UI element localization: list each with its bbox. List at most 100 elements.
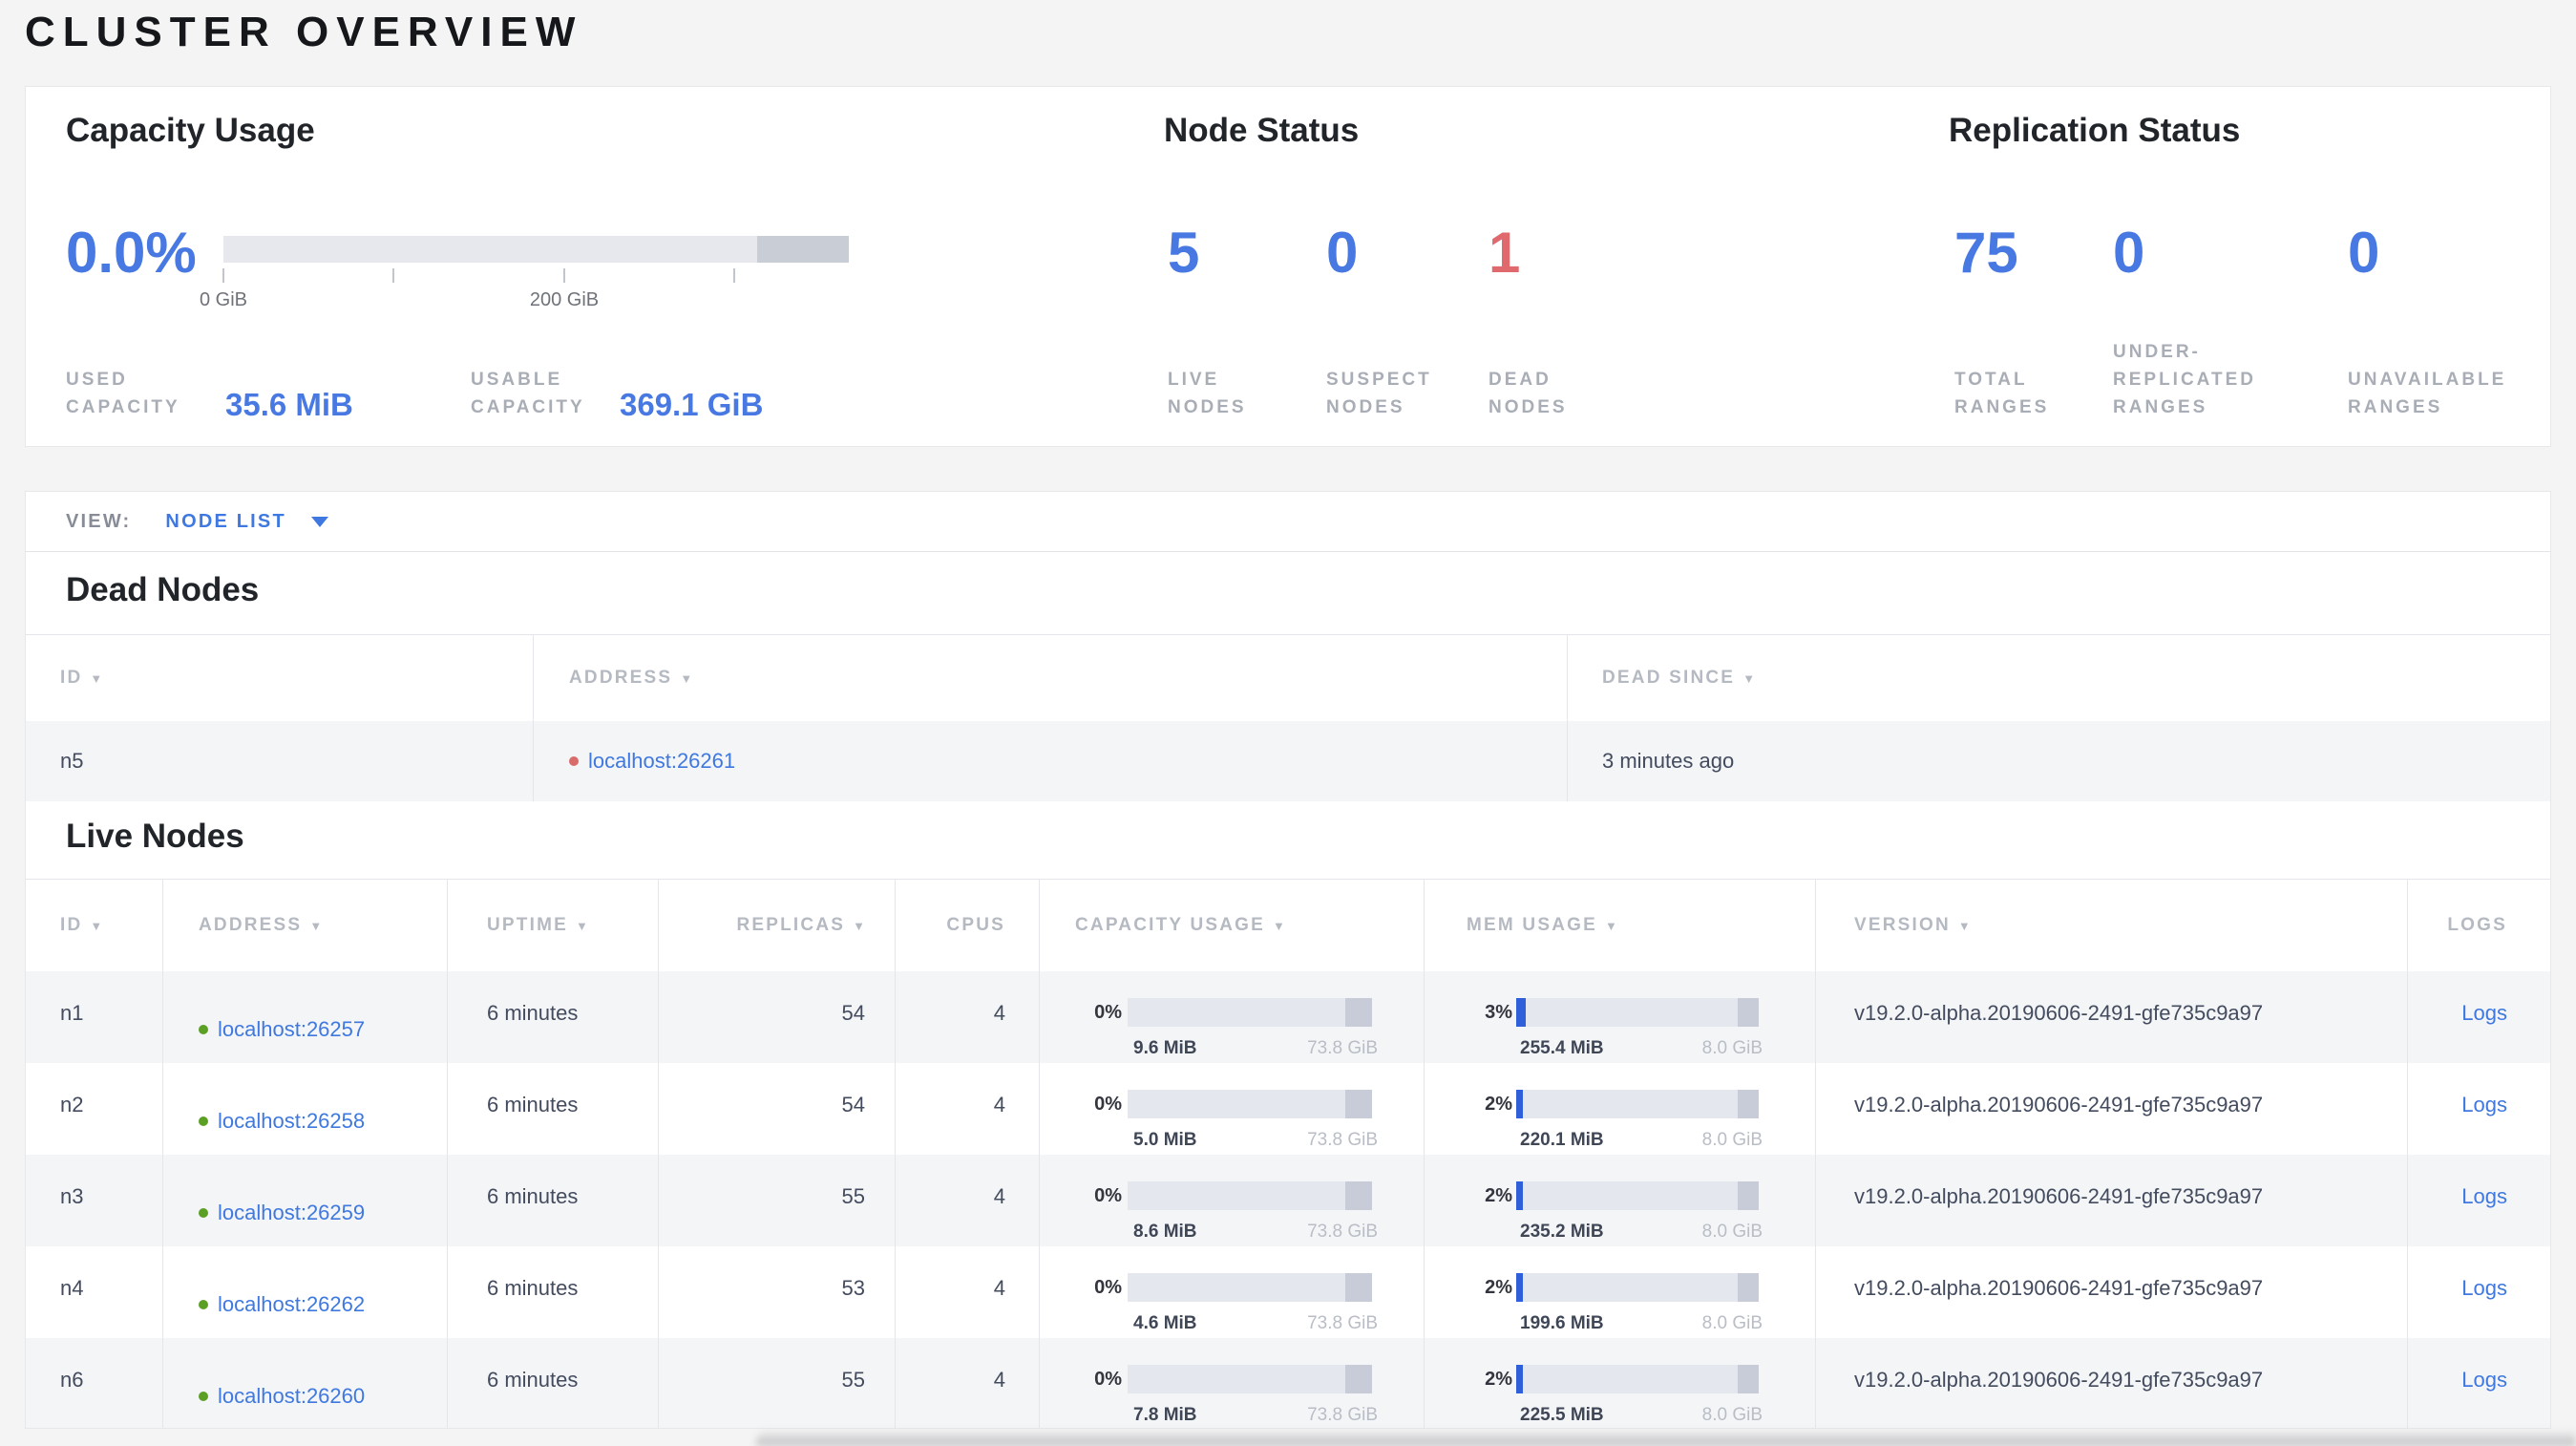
column-header-version[interactable]: VERSION ▼ bbox=[1815, 880, 2407, 971]
node-replicas: 53 bbox=[658, 1246, 895, 1338]
dead-node-address-link[interactable]: localhost:26261 bbox=[588, 749, 735, 774]
column-header-label: MEM USAGE bbox=[1467, 915, 1597, 935]
node-cpus: 4 bbox=[895, 971, 1039, 1063]
live-node-row: n4 localhost:26262 6 minutes 53 4 0% 4.6 MiB 73… bbox=[26, 1246, 2550, 1338]
node-address-cell: localhost:26262 bbox=[162, 1246, 447, 1338]
replication-status-title: Replication Status bbox=[1949, 112, 2241, 149]
column-header-address[interactable]: ADDRESS ▼ bbox=[533, 635, 1567, 721]
mem-bar-reserved-segment bbox=[1738, 1090, 1759, 1118]
node-logs-cell: Logs bbox=[2407, 1063, 2550, 1155]
capacity-usage-cell: 0% 5.0 MiB 73.8 GiB bbox=[1039, 1063, 1424, 1155]
node-logs-link[interactable]: Logs bbox=[2461, 1092, 2507, 1118]
capacity-usage-cell: 0% 9.6 MiB 73.8 GiB bbox=[1039, 971, 1424, 1063]
node-address-link[interactable]: localhost:26262 bbox=[218, 1291, 365, 1318]
node-address-cell: localhost:26260 bbox=[162, 1338, 447, 1428]
capacity-total-value: 73.8 GiB bbox=[1307, 1313, 1378, 1333]
column-header-replicas[interactable]: REPLICAS ▼ bbox=[658, 880, 895, 971]
summary-stat-value: 5 bbox=[1168, 221, 1200, 285]
node-id: n4 bbox=[60, 1276, 84, 1300]
mem-usage-bar bbox=[1516, 998, 1759, 1027]
node-logs-link[interactable]: Logs bbox=[2461, 1183, 2507, 1210]
capacity-usage-bar bbox=[1128, 998, 1372, 1027]
dead-since-value: 3 minutes ago bbox=[1567, 721, 2550, 801]
column-header-label: CAPACITY USAGE bbox=[1075, 915, 1266, 935]
node-logs-cell: Logs bbox=[2407, 971, 2550, 1063]
dead-nodes-table: ID ▼ ADDRESS ▼ DEAD SINCE ▼ n5 localhost:26261 3… bbox=[26, 634, 2550, 801]
live-status-dot-icon bbox=[199, 1300, 208, 1309]
node-logs-link[interactable]: Logs bbox=[2461, 1367, 2507, 1393]
capacity-used-value: 7.8 MiB bbox=[1133, 1405, 1197, 1425]
node-logs-link[interactable]: Logs bbox=[2461, 1275, 2507, 1302]
sort-arrow-icon: ▼ bbox=[1957, 918, 1971, 933]
node-replicas: 55 bbox=[658, 1155, 895, 1246]
summary-stat-value: 0 bbox=[1326, 221, 1359, 285]
column-header-id[interactable]: ID ▼ bbox=[26, 635, 533, 721]
axis-tick-label-200: 200 GiB bbox=[529, 289, 600, 310]
dead-status-dot-icon bbox=[569, 756, 579, 766]
node-address-link[interactable]: localhost:26257 bbox=[218, 1016, 365, 1043]
column-header-address[interactable]: ADDRESS ▼ bbox=[162, 880, 447, 971]
column-header-label: REPLICAS bbox=[736, 915, 846, 935]
node-logs-link[interactable]: Logs bbox=[2461, 1000, 2507, 1027]
mem-usage-fill bbox=[1516, 1181, 1523, 1210]
column-header-capacity-usage[interactable]: CAPACITY USAGE ▼ bbox=[1039, 880, 1424, 971]
node-replicas: 54 bbox=[658, 1063, 895, 1155]
capacity-usage-bar bbox=[1128, 1365, 1372, 1393]
node-uptime: 6 minutes bbox=[447, 1246, 658, 1338]
capacity-total-value: 73.8 GiB bbox=[1307, 1038, 1378, 1058]
column-header-label: ID bbox=[60, 915, 83, 935]
sort-arrow-icon: ▼ bbox=[1742, 670, 1756, 686]
capacity-used-percent: 0.0% bbox=[66, 221, 197, 285]
nodes-tables-card: Dead Nodes ID ▼ ADDRESS ▼ DEAD SINCE ▼ n5 local… bbox=[25, 552, 2551, 1429]
summary-stat-label: DEAD NODES bbox=[1489, 370, 1568, 417]
sort-arrow-icon: ▼ bbox=[680, 670, 693, 686]
live-status-dot-icon bbox=[199, 1208, 208, 1218]
capacity-usage-percent: 0% bbox=[1094, 1093, 1122, 1115]
column-header-logs: LOGS bbox=[2407, 880, 2550, 971]
column-header-mem-usage[interactable]: MEM USAGE ▼ bbox=[1424, 880, 1815, 971]
capacity-total-value: 73.8 GiB bbox=[1307, 1222, 1378, 1242]
dead-node-row: n5 localhost:26261 3 minutes ago bbox=[26, 721, 2550, 801]
node-address-link[interactable]: localhost:26260 bbox=[218, 1383, 365, 1410]
dead-node-id: n5 bbox=[60, 749, 84, 773]
axis-tick-label-0: 0 GiB bbox=[199, 289, 248, 310]
column-header-dead-since[interactable]: DEAD SINCE ▼ bbox=[1567, 635, 2550, 721]
chevron-down-icon bbox=[310, 516, 328, 527]
axis-tick bbox=[563, 268, 565, 283]
mem-usage-percent: 3% bbox=[1485, 1001, 1512, 1023]
node-address-cell: localhost:26258 bbox=[162, 1063, 447, 1155]
table-header-row: ID ▼ ADDRESS ▼ DEAD SINCE ▼ bbox=[26, 635, 2550, 721]
column-header-id[interactable]: ID ▼ bbox=[26, 880, 162, 971]
mem-usage-cell: 2% 225.5 MiB 8.0 GiB bbox=[1424, 1338, 1815, 1428]
node-cpus: 4 bbox=[895, 1338, 1039, 1428]
column-header-label: UPTIME bbox=[487, 915, 568, 935]
node-version: v19.2.0-alpha.20190606-2491-gfe735c9a97 bbox=[1815, 971, 2407, 1063]
cluster-summary-card: Capacity Usage 0.0% 0 GiB 200 GiB USED C… bbox=[25, 86, 2551, 447]
mem-usage-fill bbox=[1516, 1365, 1523, 1393]
capacity-used-value: 9.6 MiB bbox=[1133, 1038, 1197, 1058]
live-status-dot-icon bbox=[199, 1025, 208, 1034]
capacity-usage-bar bbox=[1128, 1181, 1372, 1210]
node-id: n1 bbox=[60, 1001, 84, 1025]
capacity-bar-reserved-segment bbox=[1345, 1365, 1372, 1393]
view-bar: VIEW: NODE LIST bbox=[25, 491, 2551, 552]
summary-stat-value: 75 bbox=[1954, 221, 2018, 285]
capacity-usage-percent: 0% bbox=[1094, 1001, 1122, 1023]
view-mode-dropdown[interactable]: NODE LIST bbox=[165, 511, 328, 533]
node-address-link[interactable]: localhost:26259 bbox=[218, 1200, 365, 1226]
axis-tick bbox=[733, 268, 735, 283]
node-logs-cell: Logs bbox=[2407, 1338, 2550, 1428]
node-id: n6 bbox=[60, 1368, 84, 1392]
column-header-label: CPUS bbox=[946, 915, 1005, 935]
live-status-dot-icon bbox=[199, 1392, 208, 1401]
summary-stat-label: UNAVAILABLE RANGES bbox=[2348, 370, 2507, 417]
node-address-link[interactable]: localhost:26258 bbox=[218, 1108, 365, 1135]
capacity-stat-value: 35.6 MiB bbox=[225, 387, 353, 422]
node-cpus: 4 bbox=[895, 1063, 1039, 1155]
column-header-uptime[interactable]: UPTIME ▼ bbox=[447, 880, 658, 971]
view-label: VIEW: bbox=[66, 510, 132, 532]
node-cpus: 4 bbox=[895, 1155, 1039, 1246]
node-replicas: 54 bbox=[658, 971, 895, 1063]
node-id: n3 bbox=[60, 1184, 84, 1208]
sort-arrow-icon: ▼ bbox=[1604, 918, 1617, 933]
